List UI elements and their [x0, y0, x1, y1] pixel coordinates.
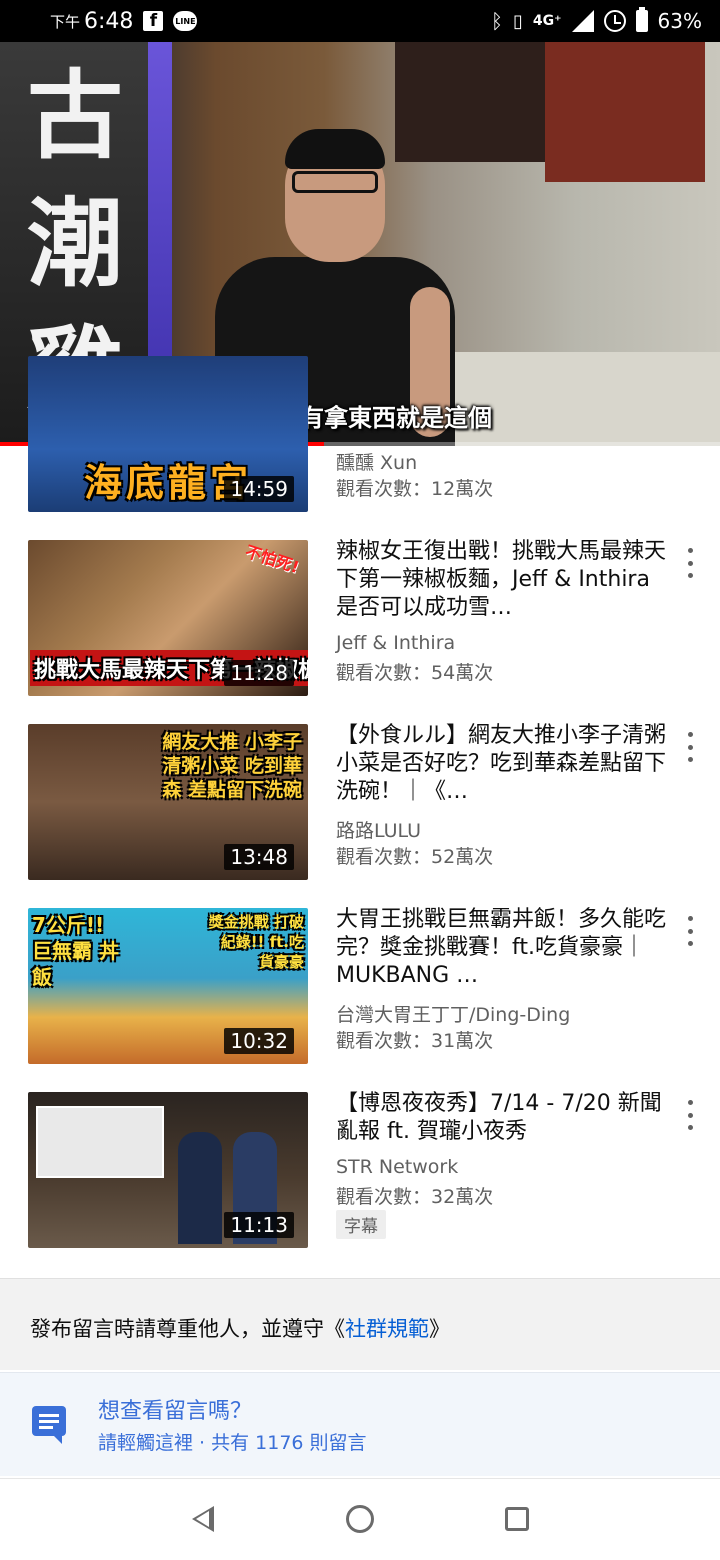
status-bar: 下午 6:48 f LINE ᛒ ▯ 4G⁺ 63%: [0, 0, 720, 42]
video-duration: 13:48: [224, 844, 294, 870]
comment-icon: [32, 1406, 66, 1444]
video-item[interactable]: 不怕死! 挑戰大馬最辣天下第一辣椒板麵 11:28 辣椒女王復出戰！挑戰大馬最辣…: [0, 538, 720, 722]
guideline-suffix: 》: [429, 1317, 450, 1341]
video-title[interactable]: 辣椒女王復出戰！挑戰大馬最辣天下第一辣椒板麵，Jeff & Inthira 是否…: [336, 538, 666, 622]
back-icon[interactable]: [192, 1506, 214, 1532]
video-duration: 10:32: [224, 1028, 294, 1054]
more-vert-icon[interactable]: [680, 1100, 700, 1130]
battery-percent: 63%: [657, 9, 702, 33]
video-views: 觀看次數：32萬次: [336, 1186, 494, 1208]
video-item[interactable]: 7公斤!! 巨無霸 丼飯 獎金挑戰 打破紀錄!! ft.吃貨豪豪 10:32 大…: [0, 906, 720, 1090]
comment-guideline: 發布留言時請尊重他人，並遵守《社群規範》: [0, 1278, 720, 1370]
status-left: 下午 6:48 f LINE: [50, 8, 198, 34]
comments-title: 想查看留言嗎？: [98, 1399, 253, 1424]
more-vert-icon[interactable]: [680, 548, 700, 578]
video-channel: 醺醺 Xun: [336, 452, 418, 474]
video-duration: 14:59: [224, 476, 294, 502]
video-views: 觀看次數：12萬次: [336, 478, 494, 500]
alarm-icon: [603, 10, 626, 32]
screen: 下午 6:48 f LINE ᛒ ▯ 4G⁺ 63% 古潮雞: [0, 0, 720, 1560]
comments-teaser[interactable]: 想查看留言嗎？ 請輕觸這裡 · 共有 1176 則留言: [0, 1372, 720, 1476]
bluetooth-icon: ᛒ: [491, 9, 504, 33]
video-title[interactable]: 大胃王挑戰巨無霸丼飯！多久能吃完？獎金挑戰賽！ft.吃貨豪豪｜MUKBANG …: [336, 906, 666, 990]
home-icon[interactable]: [346, 1505, 374, 1533]
video-channel: STR Network: [336, 1156, 459, 1178]
video-item[interactable]: 網友大推 小李子清粥小菜 吃到華森 差點留下洗碗 13:48 【外食ルル】網友大…: [0, 722, 720, 906]
video-channel: 路路LULU: [336, 820, 422, 842]
captions-badge: 字幕: [336, 1210, 386, 1239]
more-vert-icon[interactable]: [680, 732, 700, 762]
video-channel: 台灣大胃王丁丁/Ding-Ding: [336, 1004, 571, 1026]
community-guidelines-link[interactable]: 社群規範: [345, 1317, 429, 1341]
video-duration: 11:28: [224, 660, 294, 686]
video-views: 觀看次數：52萬次: [336, 846, 494, 868]
video-views: 觀看次數：31萬次: [336, 1030, 494, 1052]
video-item[interactable]: 11:13 【博恩夜夜秀】7/14 - 7/20 新聞亂報 ft. 賀瓏小夜秀 …: [0, 1090, 720, 1274]
thumbnail-host: [178, 1132, 222, 1244]
video-thumbnail[interactable]: 7公斤!! 巨無霸 丼飯 獎金挑戰 打破紀錄!! ft.吃貨豪豪 10:32: [28, 908, 308, 1064]
related-video-list: 海底龍宮 14:59 醺醺 Xun 觀看次數：12萬次 不怕死! 挑戰大馬最辣天…: [0, 356, 720, 1274]
player-food-poster: [545, 42, 705, 182]
thumbnail-tag: 獎金挑戰 打破紀錄!! ft.吃貨豪豪: [208, 913, 304, 971]
signal-icon: [571, 10, 594, 32]
system-nav-bar: [0, 1478, 720, 1560]
thumbnail-text: 7公斤!! 巨無霸 丼飯: [32, 913, 119, 989]
thumbnail-text: 網友大推 小李子清粥小菜 吃到華森 差點留下洗碗: [162, 731, 302, 801]
video-thumbnail[interactable]: 海底龍宮 14:59: [28, 356, 308, 512]
person-glasses: [292, 171, 378, 193]
battery-icon: [635, 7, 648, 32]
video-thumbnail[interactable]: 11:13: [28, 1092, 308, 1248]
status-time: 6:48: [84, 8, 134, 34]
network-label: 4G⁺: [532, 13, 562, 29]
comments-subtitle: 請輕觸這裡 · 共有 1176 則留言: [98, 1432, 367, 1454]
video-title[interactable]: 【外食ルル】網友大推小李子清粥小菜是否好吃？吃到華森差點留下洗碗！｜《…: [336, 722, 666, 806]
video-views: 觀看次數：54萬次: [336, 662, 494, 684]
more-vert-icon[interactable]: [680, 916, 700, 946]
line-icon: LINE: [173, 11, 198, 31]
video-thumbnail[interactable]: 不怕死! 挑戰大馬最辣天下第一辣椒板麵 11:28: [28, 540, 308, 696]
facebook-icon: f: [143, 11, 164, 31]
status-right: ᛒ ▯ 4G⁺ 63%: [491, 7, 702, 33]
thumbnail-inset: [36, 1106, 164, 1178]
thumbnail-tag: 不怕死!: [242, 541, 302, 578]
recents-icon[interactable]: [505, 1507, 529, 1531]
video-channel: Jeff & Inthira: [336, 632, 456, 654]
video-item[interactable]: 海底龍宮 14:59 醺醺 Xun 觀看次數：12萬次: [0, 356, 720, 538]
video-thumbnail[interactable]: 網友大推 小李子清粥小菜 吃到華森 差點留下洗碗 13:48: [28, 724, 308, 880]
status-time-prefix: 下午: [50, 12, 81, 31]
video-duration: 11:13: [224, 1212, 294, 1238]
video-title[interactable]: 【博恩夜夜秀】7/14 - 7/20 新聞亂報 ft. 賀瓏小夜秀: [336, 1090, 666, 1146]
vibrate-icon: ▯: [513, 10, 523, 32]
person-hair: [285, 129, 385, 169]
guideline-text: 發布留言時請尊重他人，並遵守《: [30, 1317, 345, 1341]
